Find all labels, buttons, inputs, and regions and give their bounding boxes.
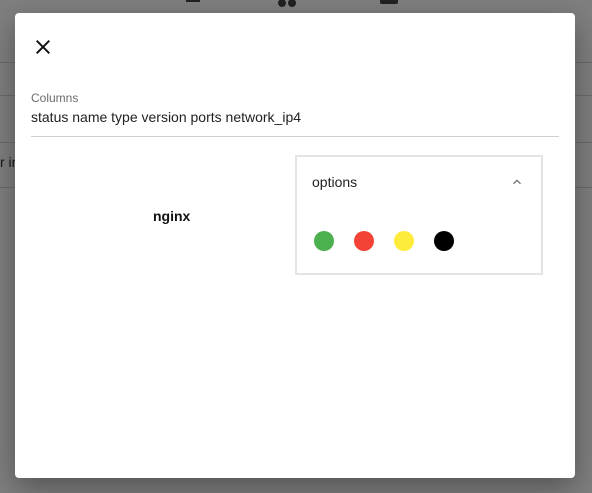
close-button[interactable] [31,35,55,59]
color-swatch-red[interactable] [354,231,374,251]
color-swatch-green[interactable] [314,231,334,251]
color-swatch-black[interactable] [434,231,454,251]
options-panel: options [295,155,543,275]
options-header[interactable]: options [312,173,525,193]
close-icon [31,35,55,59]
settings-dialog: Columns nginx options [15,13,575,478]
color-swatch-yellow[interactable] [394,231,414,251]
columns-field: Columns [31,91,559,137]
options-title: options [312,174,358,190]
columns-input[interactable] [31,109,559,125]
item-name: nginx [153,208,191,224]
columns-label: Columns [31,91,79,105]
chevron-up-icon[interactable] [509,174,525,190]
